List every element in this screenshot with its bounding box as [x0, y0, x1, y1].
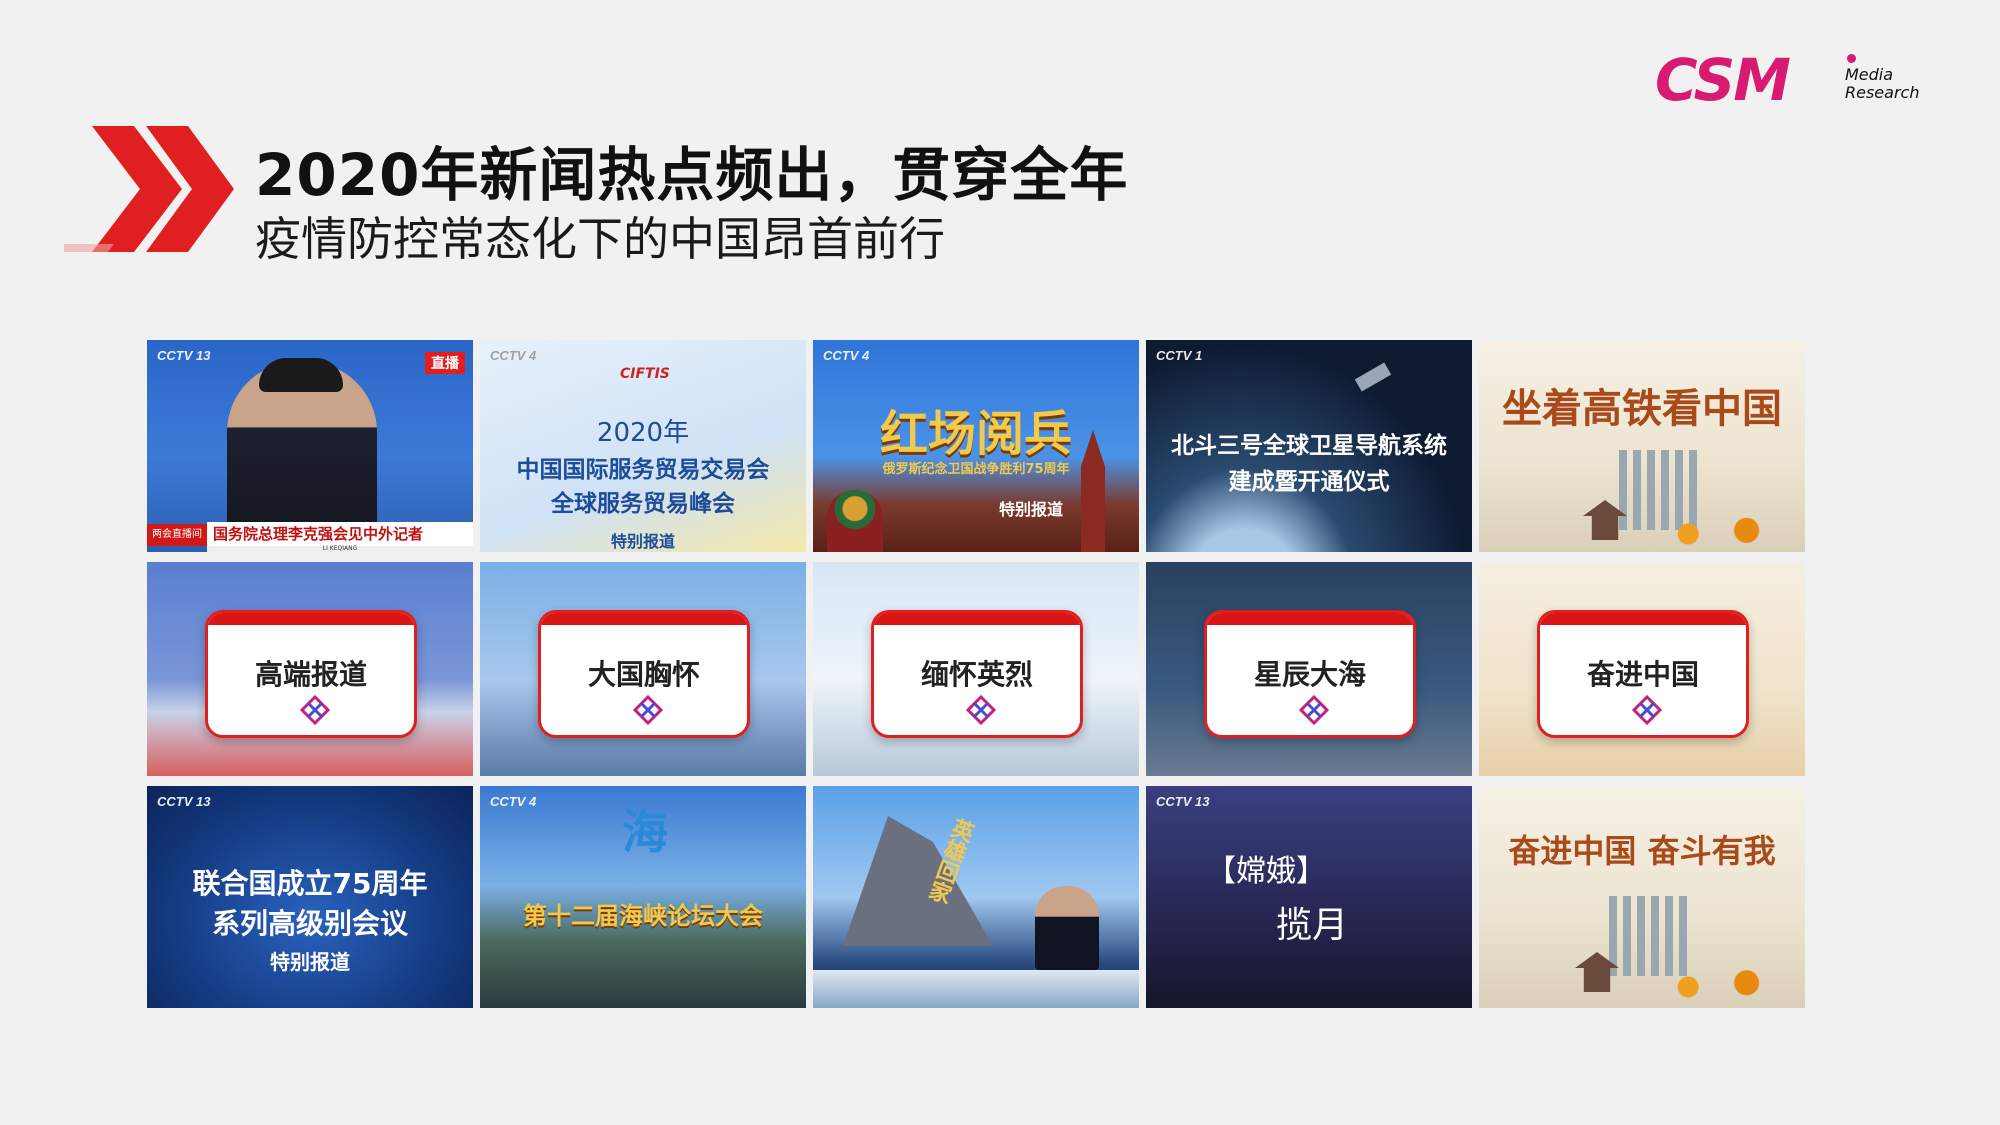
csm-mark-icon [1299, 695, 1329, 725]
caption-bar: 国务院总理李克强会见中外记者 [207, 522, 473, 546]
csm-mark-icon [966, 695, 996, 725]
news-thumbnail-grid: CCTV 13 直播 两会直播间 国务院总理李克强会见中外记者 LI KEQIA… [147, 340, 1817, 1008]
page-subtitle: 疫情防控常态化下的中国昂首前行 [255, 212, 945, 266]
thumbnail-red-square-parade: CCTV 4 红场阅兵 俄罗斯纪念卫国战争胜利75周年 特别报道 [813, 340, 1139, 552]
hair [259, 358, 343, 392]
caption-line-1: 2020年 [596, 418, 690, 448]
category-card: 奋进中国 [1537, 610, 1749, 738]
caption-main: 坐着高铁看中国 [1502, 385, 1782, 432]
category-label: 奋进中国 [1586, 658, 1699, 691]
logo-line-2: Research [1845, 83, 1920, 102]
chevron-arrows-icon [64, 126, 234, 252]
category-tile-great-nation: 大国胸怀 [480, 562, 806, 776]
name-strip: LI KEQIANG [207, 546, 473, 552]
caption-line-1: 联合国成立75周年 [192, 867, 428, 900]
caption-line-2: 建成暨开通仪式 [1228, 469, 1390, 495]
ciftis-logo: CIFTIS [620, 366, 670, 382]
caption-main: 奋进中国 奋斗有我 [1508, 832, 1776, 870]
cathedral [827, 490, 883, 552]
csm-mark-icon [633, 695, 663, 725]
caption-sub: 特别报道 [998, 500, 1063, 519]
csm-mark-icon [1632, 695, 1662, 725]
channel-logo: CCTV 13 [157, 348, 211, 363]
thumbnail-un-75: CCTV 13 联合国成立75周年 系列高级别会议 特别报道 [147, 786, 473, 1008]
channel-logo: CCTV 4 [490, 794, 537, 809]
category-label: 星辰大海 [1253, 658, 1366, 691]
thumbnail-heroes-home: 英雄回家 [813, 786, 1139, 1008]
logo-line-1: Media [1845, 65, 1894, 84]
channel-logo: CCTV 4 [823, 348, 870, 363]
live-badge: 直播 [425, 352, 465, 374]
category-label: 缅怀英烈 [920, 658, 1033, 691]
thumbnail-change-moon: CCTV 13 【嫦娥】 揽月 [1146, 786, 1472, 1008]
category-label: 高端报道 [254, 658, 367, 691]
news-desk [813, 970, 1139, 1008]
category-tile-striving-china: 奋进中国 [1479, 562, 1805, 776]
category-card: 缅怀英烈 [871, 610, 1083, 738]
category-tile-stars-sea: 星辰大海 [1146, 562, 1472, 776]
logo-mark: CSM [1655, 46, 1791, 114]
caption-sub: 特别报道 [270, 950, 350, 974]
thumbnail-straits-forum: CCTV 4 海 第十二届海峡论坛大会 [480, 786, 806, 1008]
thumbnail-ciftis: CCTV 4 CIFTIS 2020年 中国国际服务贸易交易会 全球服务贸易峰会… [480, 340, 806, 552]
channel-logo: CCTV 4 [490, 348, 537, 363]
csm-logo: CSM Media Research [1655, 46, 1935, 114]
channel-logo: CCTV 1 [1156, 348, 1203, 363]
caption-line-1: 北斗三号全球卫星导航系统 [1171, 433, 1447, 459]
channel-logo: CCTV 13 [1156, 794, 1210, 809]
thumbnail-high-speed-rail: 坐着高铁看中国 [1479, 340, 1805, 552]
card-header-bar [208, 613, 414, 625]
csm-mark-icon [300, 695, 330, 725]
card-header-bar [874, 613, 1080, 625]
caption-line-2: 系列高级别会议 [211, 907, 408, 940]
category-card: 大国胸怀 [538, 610, 750, 738]
thumbnail-premier-press: CCTV 13 直播 两会直播间 国务院总理李克强会见中外记者 LI KEQIA… [147, 340, 473, 552]
page-title: 2020年新闻热点频出，贯穿全年 [255, 141, 1129, 209]
caption-line-3: 全球服务贸易峰会 [551, 491, 735, 517]
logo-text: Media Research [1845, 66, 1945, 102]
caption-line-2: 揽月 [1276, 905, 1349, 946]
caption-sub: 特别报道 [610, 532, 675, 551]
caption-line-2: 中国国际服务贸易交易会 [516, 457, 770, 483]
card-header-bar [541, 613, 747, 625]
caption-main: 第十二届海峡论坛大会 [523, 902, 763, 930]
caption-tag: 两会直播间 [147, 524, 207, 546]
card-header-bar [1207, 613, 1413, 625]
thumbnail-striving-china: 奋进中国 奋斗有我 [1479, 786, 1805, 1008]
category-card: 高端报道 [205, 610, 417, 738]
channel-logo: CCTV 13 [157, 794, 211, 809]
category-tile-martyrs: 缅怀英烈 [813, 562, 1139, 776]
anchor-figure [1035, 886, 1099, 970]
category-card: 星辰大海 [1204, 610, 1416, 738]
flowers [1659, 516, 1805, 552]
category-tile-high-end: 高端报道 [147, 562, 473, 776]
card-header-bar [1540, 613, 1746, 625]
thumbnail-beidou: CCTV 1 北斗三号全球卫星导航系统 建成暨开通仪式 [1146, 340, 1472, 552]
logo-dot [1847, 54, 1856, 63]
skyline [1609, 896, 1689, 976]
flowers [1659, 966, 1805, 1008]
caption-line-1: 【嫦娥】 [1206, 854, 1326, 889]
category-label: 大国胸怀 [587, 658, 700, 691]
forum-logo: 海 [622, 805, 668, 859]
